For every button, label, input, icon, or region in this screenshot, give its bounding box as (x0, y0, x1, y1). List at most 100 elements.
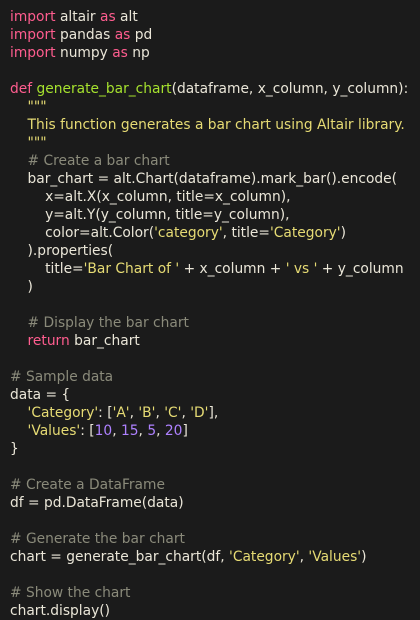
code-line: # Show the chart (10, 584, 420, 602)
code-token: 'D' (190, 405, 209, 421)
code-token: 'Category' (269, 225, 341, 241)
code-token: df = pd.DataFrame(data) (10, 495, 184, 511)
code-token: chart = generate_bar_chart(df, (10, 549, 230, 565)
code-token: as (112, 45, 128, 61)
code-token: bar_chart = alt.Chart(dataframe).mark_ba… (10, 171, 398, 187)
code-token: chart.display() (10, 603, 111, 619)
code-line: 'Category': ['A', 'B', 'C', 'D'], (10, 404, 420, 422)
code-line: This function generates a bar chart usin… (10, 116, 420, 134)
code-line: data = { (10, 386, 420, 404)
code-token: import (10, 45, 56, 61)
code-token: 'B' (138, 405, 156, 421)
code-token: 'A' (112, 405, 130, 421)
code-token: , (138, 423, 148, 439)
code-token: ' vs ' (285, 261, 318, 277)
code-token: numpy (55, 45, 113, 61)
code-token: def (10, 81, 33, 97)
code-token: x=alt.X(x_column, title=x_column), (10, 189, 291, 205)
code-line: y=alt.Y(y_column, title=y_column), (10, 206, 420, 224)
code-line: chart.display() (10, 602, 420, 620)
code-line: # Sample data (10, 368, 420, 386)
code-token: pd (130, 27, 153, 43)
code-line: # Display the bar chart (10, 314, 420, 332)
code-token: y=alt.Y(y_column, title=y_column), (10, 207, 290, 223)
code-token: as (114, 27, 131, 43)
code-token: generate_bar_chart (36, 81, 172, 97)
code-token: as (100, 9, 116, 25)
code-token: color=alt.Color( (10, 225, 155, 241)
code-token: return (27, 333, 70, 349)
code-token: import (10, 27, 56, 43)
code-line: # Create a DataFrame (10, 476, 420, 494)
code-token: 20 (164, 423, 183, 439)
code-line: bar_chart = alt.Chart(dataframe).mark_ba… (10, 170, 420, 188)
code-token: bar_chart (69, 333, 140, 349)
code-line: title='Bar Chart of ' + x_column + ' vs … (10, 260, 420, 278)
code-editor[interactable]: import altair as alt import pandas as pd i… (0, 0, 420, 619)
code-token: 'Values' (308, 549, 362, 565)
code-token: # Display the bar chart (10, 315, 189, 331)
code-line: ) (10, 278, 420, 296)
code-line: return bar_chart (10, 332, 420, 350)
code-line: df = pd.DataFrame(data) (10, 494, 420, 512)
code-token: 10 (94, 423, 113, 439)
code-token: alt (115, 9, 138, 25)
code-token: , (112, 423, 121, 439)
code-token: import (10, 9, 56, 25)
code-token: 'Category' (27, 405, 99, 421)
code-line: chart = generate_bar_chart(df, 'Category… (10, 548, 420, 566)
code-token: """ (10, 135, 47, 151)
code-token: , (156, 423, 165, 439)
code-line: } (10, 440, 420, 458)
code-token: # Sample data (10, 369, 114, 385)
code-token: np (127, 45, 150, 61)
code-line: # Generate the bar chart (10, 530, 420, 548)
code-line: """ (10, 98, 420, 116)
code-token: """ (10, 99, 47, 115)
code-token: ) (361, 549, 367, 565)
code-line: 'Values': [10, 15, 5, 20] (10, 422, 420, 440)
code-token: 'Values' (27, 423, 81, 439)
code-token: 'category' (154, 225, 223, 241)
code-line: # Create a bar chart (10, 152, 420, 170)
code-token: data = { (10, 387, 71, 403)
code-token: (dataframe, x_column, y_column): (171, 81, 409, 97)
code-token: , (181, 405, 191, 421)
code-token: 'Category' (229, 549, 300, 565)
code-line: def generate_bar_chart(dataframe, x_colu… (10, 80, 420, 98)
code-token: ] (182, 423, 188, 439)
code-token: This function generates a bar chart usin… (10, 117, 405, 133)
code-token: , (155, 405, 165, 421)
code-token: # Generate the bar chart (10, 531, 185, 547)
code-line: import numpy as np (10, 44, 420, 62)
code-line: ).properties( (10, 242, 420, 260)
code-line: import pandas as pd (10, 26, 420, 44)
code-line: x=alt.X(x_column, title=x_column), (10, 188, 420, 206)
code-token: ) (340, 225, 346, 241)
code-token: # Show the chart (10, 585, 131, 601)
code-token: ).properties( (10, 243, 114, 259)
code-token: title= (10, 261, 84, 277)
code-token: 'Bar Chart of ' (83, 261, 180, 277)
code-token: 'C' (164, 405, 182, 421)
code-token: altair (55, 9, 100, 25)
code-token: pandas (55, 27, 115, 43)
code-token: : [ (80, 423, 95, 439)
code-token: , title= (222, 225, 270, 241)
code-token: 5 (147, 423, 157, 439)
code-token: + x_column + (179, 261, 286, 277)
code-token: ) (10, 279, 33, 295)
code-token: : [ (98, 405, 113, 421)
code-token: # Create a bar chart (10, 153, 170, 169)
code-line: import altair as alt (10, 8, 420, 26)
code-token: ], (208, 405, 219, 421)
